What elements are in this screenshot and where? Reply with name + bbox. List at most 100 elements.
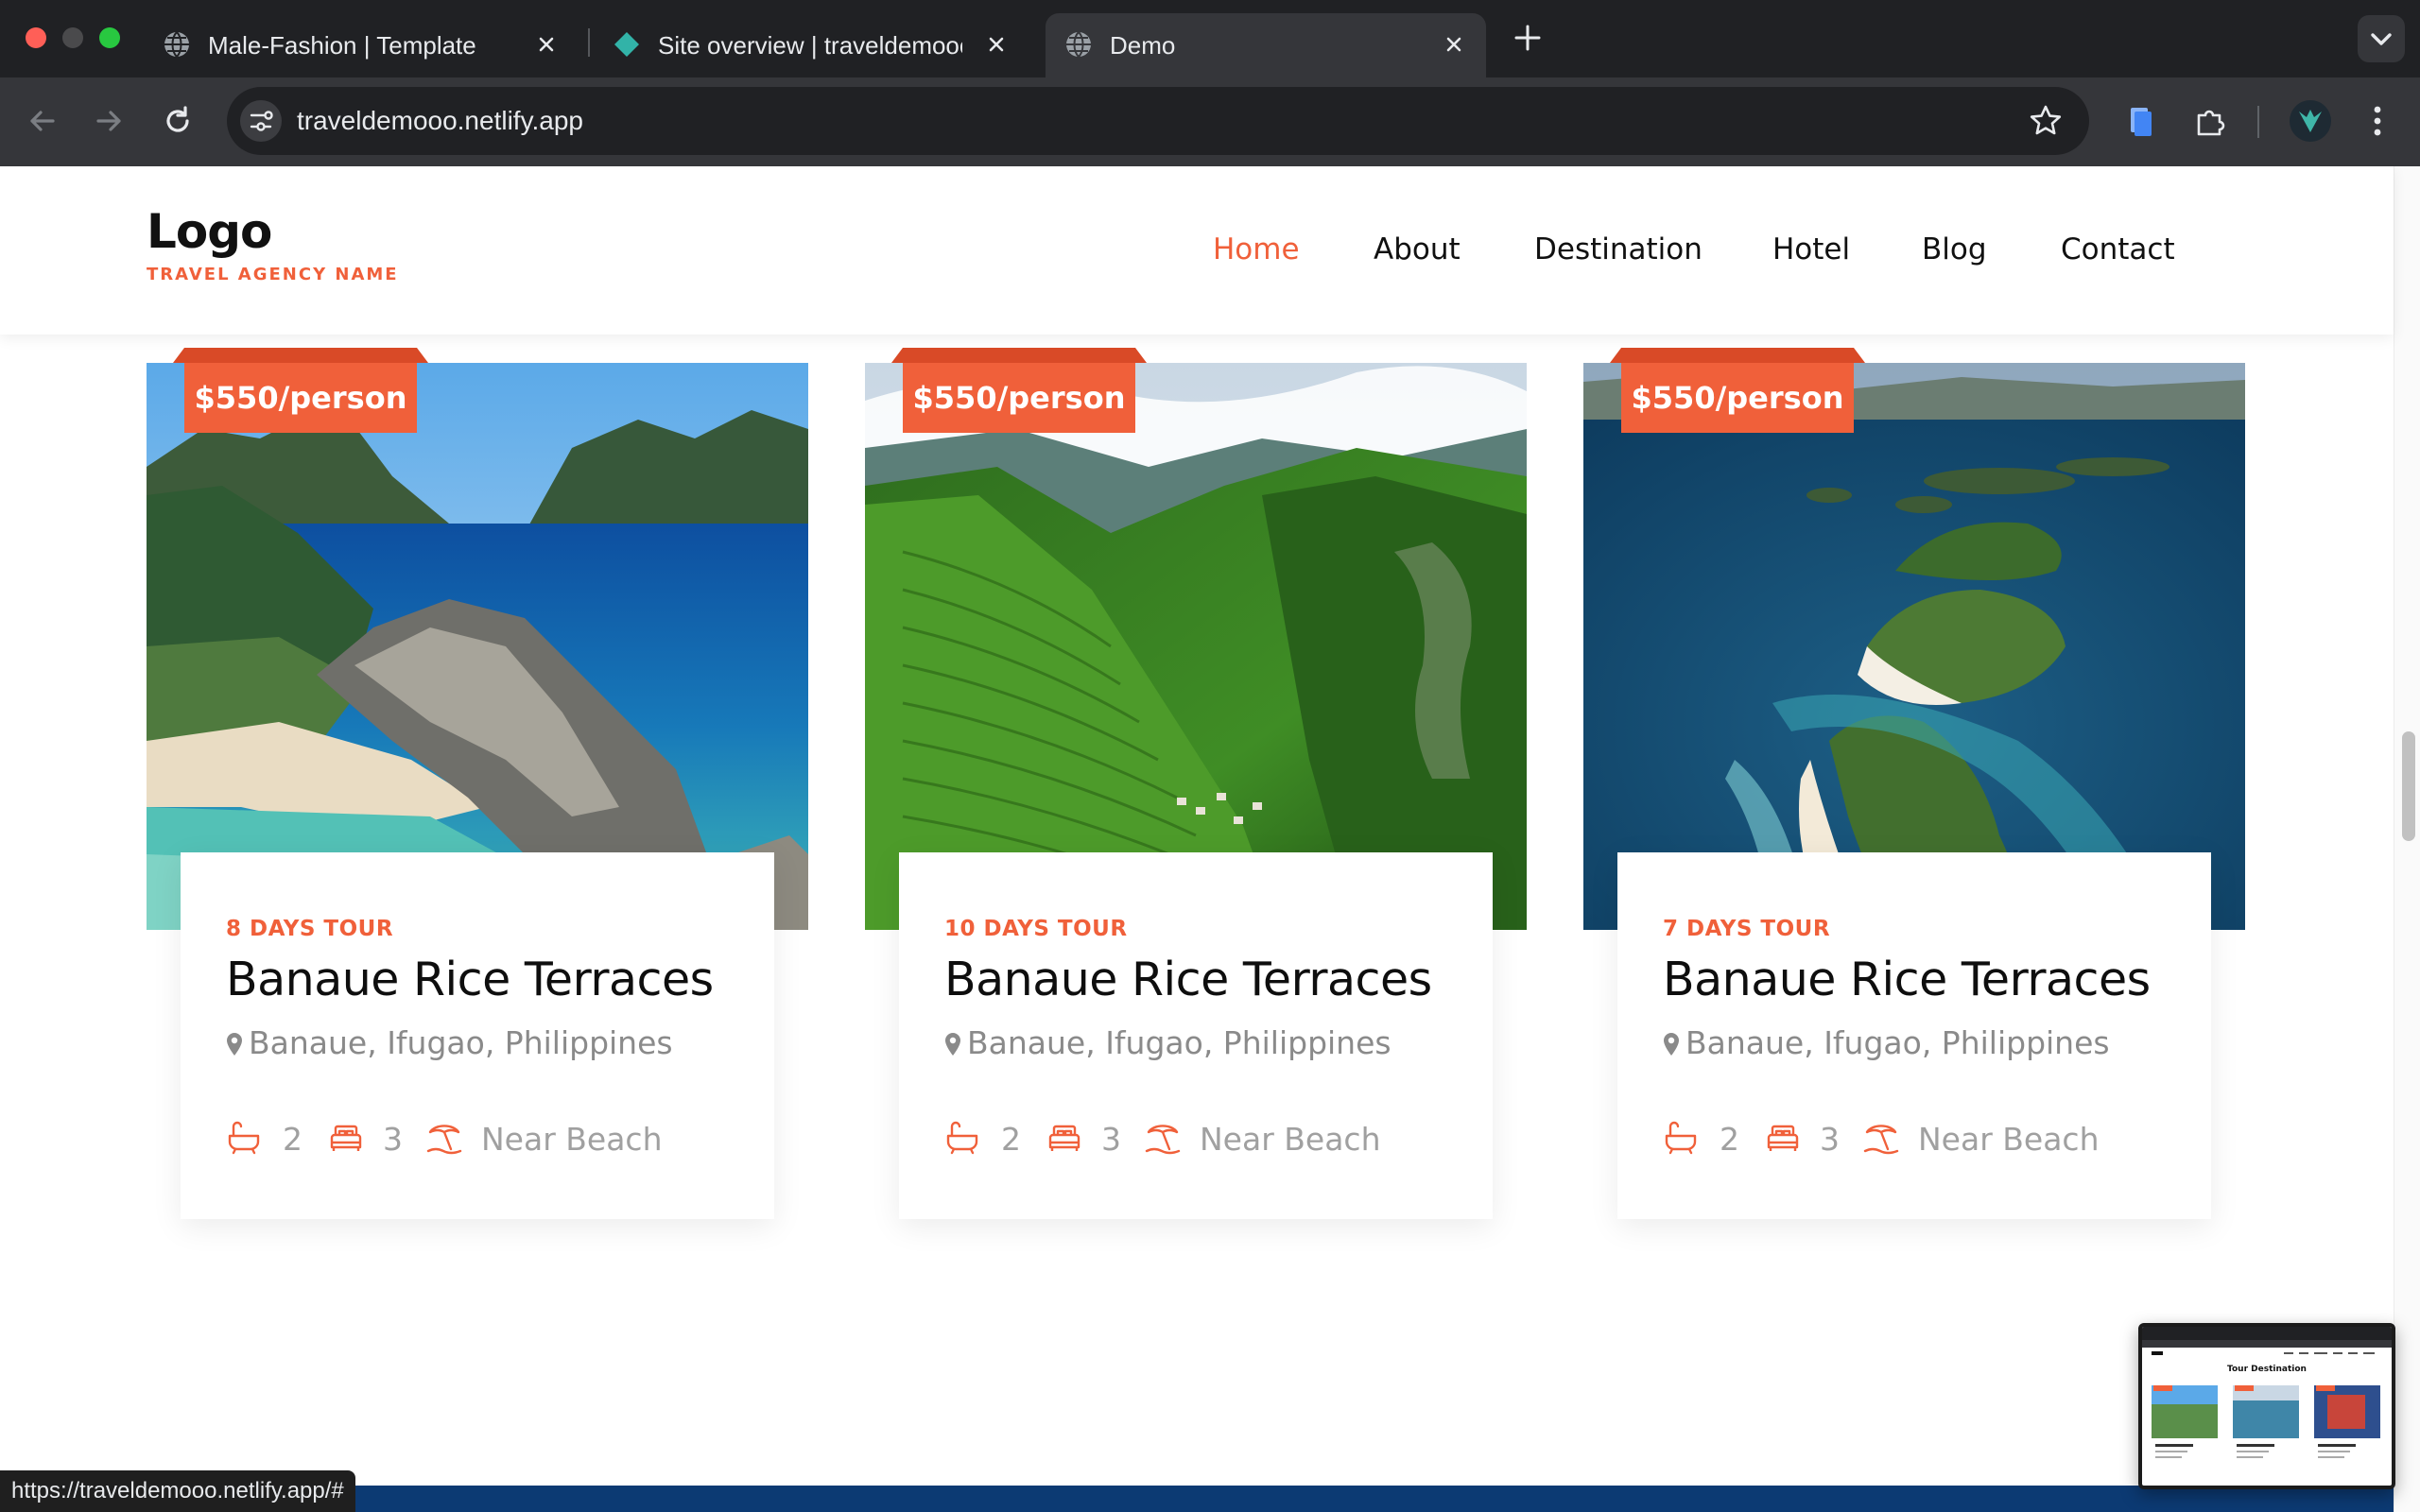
tour-image[interactable]	[1583, 363, 2245, 930]
tab-demo[interactable]: Demo	[1046, 13, 1486, 77]
scrollbar-thumb[interactable]	[2402, 731, 2415, 841]
tour-duration: 10 DAYS TOUR	[944, 917, 1128, 941]
tour-image[interactable]	[147, 363, 808, 930]
tour-feature: Near Beach	[481, 1121, 663, 1158]
next-section-banner	[0, 1486, 2394, 1512]
price-label: $550/person	[1621, 363, 1854, 433]
address-bar[interactable]: traveldemooo.netlify.app	[227, 87, 2089, 155]
close-icon[interactable]	[533, 31, 560, 58]
nav-hotel[interactable]: Hotel	[1772, 231, 1850, 268]
forward-icon[interactable]	[91, 102, 129, 140]
price-ribbon	[891, 348, 1147, 363]
nav-home[interactable]: Home	[1213, 231, 1300, 268]
bath-count: 2	[1001, 1121, 1021, 1158]
tour-card[interactable]: $550/person 8 DAYS TOUR Banaue Rice Terr…	[147, 348, 808, 1261]
address-url: traveldemooo.netlify.app	[297, 106, 583, 135]
beach-umbrella-icon	[1863, 1125, 1899, 1155]
tour-feature: Near Beach	[1200, 1121, 1381, 1158]
tour-photo-islands	[1583, 363, 2245, 930]
tab-search-button[interactable]	[2358, 15, 2405, 62]
tour-amenities: 2 3 Near Beach	[226, 1119, 755, 1160]
tour-card-info: 8 DAYS TOUR Banaue Rice Terraces Banaue,…	[181, 852, 774, 1219]
browser-toolbar: traveldemooo.netlify.app	[0, 77, 2420, 166]
chevron-down-icon	[2371, 33, 2392, 45]
globe-icon	[1066, 31, 1091, 58]
price-label: $550/person	[184, 363, 417, 433]
tour-title[interactable]: Banaue Rice Terraces	[1663, 953, 2151, 1006]
beach-umbrella-icon	[426, 1125, 462, 1155]
tour-feature: Near Beach	[1918, 1121, 2100, 1158]
bathtub-icon	[946, 1121, 978, 1155]
plus-icon[interactable]	[1511, 21, 1545, 55]
main-nav: Home About Destination Hotel Blog Contac…	[0, 231, 2394, 268]
screenshot-thumbnail-preview[interactable]: Tour Destination	[2138, 1323, 2395, 1489]
page-viewport: Logo TRAVEL AGENCY NAME Home About Desti…	[0, 166, 2420, 1512]
tour-location: Banaue, Ifugao, Philippines	[967, 1024, 1392, 1061]
bath-count: 2	[1720, 1121, 1739, 1158]
toolbar-separator	[2257, 106, 2259, 138]
bed-icon	[1767, 1125, 1799, 1151]
bed-count: 3	[383, 1121, 403, 1158]
tour-card-info: 10 DAYS TOUR Banaue Rice Terraces Banaue…	[899, 852, 1493, 1219]
more-icon[interactable]	[2363, 100, 2392, 142]
tour-duration: 8 DAYS TOUR	[226, 917, 394, 941]
tour-location: Banaue, Ifugao, Philippines	[249, 1024, 673, 1061]
tour-title[interactable]: Banaue Rice Terraces	[226, 953, 714, 1006]
bathtub-icon	[228, 1121, 260, 1155]
tab-title: Demo	[1110, 31, 1176, 60]
close-icon[interactable]	[983, 31, 1010, 58]
tour-amenities: 2 3 Near Beach	[1663, 1119, 2192, 1160]
nav-about[interactable]: About	[1374, 231, 1461, 268]
tour-card[interactable]: $550/person 7 DAYS TOUR Banaue Rice Terr…	[1583, 348, 2245, 1261]
link-status-bar: https://traveldemooo.netlify.app/#	[0, 1470, 355, 1512]
thumbnail-image	[2142, 1327, 2392, 1458]
bathtub-icon	[1665, 1121, 1697, 1155]
tab-title: Site overview | traveldemooo	[658, 31, 962, 60]
bed-count: 3	[1101, 1121, 1121, 1158]
window-close-button[interactable]	[26, 27, 46, 48]
star-icon[interactable]	[2027, 102, 2065, 140]
site-tagline: TRAVEL AGENCY NAME	[147, 265, 399, 284]
nav-blog[interactable]: Blog	[1922, 231, 1987, 268]
location-pin-icon	[1664, 1033, 1679, 1056]
browser-tab-bar: Male-Fashion | Template Site overview | …	[0, 0, 2420, 77]
tour-card[interactable]: $550/person 10 DAYS TOUR Banaue Rice Ter…	[865, 348, 1527, 1261]
tour-image[interactable]	[865, 363, 1527, 930]
tour-photo-rice-terraces	[865, 363, 1527, 930]
bed-icon	[330, 1125, 362, 1151]
tour-card-info: 7 DAYS TOUR Banaue Rice Terraces Banaue,…	[1617, 852, 2211, 1219]
page-scrollbar[interactable]	[2394, 166, 2420, 1512]
tour-location: Banaue, Ifugao, Philippines	[1685, 1024, 2110, 1061]
site-header: Logo TRAVEL AGENCY NAME Home About Desti…	[0, 166, 2394, 335]
bed-count: 3	[1820, 1121, 1840, 1158]
tab-male-fashion[interactable]: Male-Fashion | Template	[144, 13, 579, 77]
price-ribbon	[1610, 348, 1865, 363]
netlify-icon	[614, 32, 639, 57]
tour-title[interactable]: Banaue Rice Terraces	[944, 953, 1432, 1006]
tab-site-overview[interactable]: Site overview | traveldemooo	[594, 13, 1028, 77]
window-minimize-button[interactable]	[62, 27, 83, 48]
reload-icon[interactable]	[159, 102, 197, 140]
price-label: $550/person	[903, 363, 1135, 433]
back-icon[interactable]	[23, 102, 60, 140]
tour-duration: 7 DAYS TOUR	[1663, 917, 1831, 941]
nav-destination[interactable]: Destination	[1534, 231, 1703, 268]
tune-icon	[250, 111, 273, 131]
tour-amenities: 2 3 Near Beach	[944, 1119, 1474, 1160]
tour-photo-lagoon	[147, 363, 808, 930]
bath-count: 2	[283, 1121, 302, 1158]
extension-icon[interactable]	[2121, 102, 2159, 140]
location-pin-icon	[227, 1033, 242, 1056]
tab-title: Male-Fashion | Template	[208, 31, 476, 60]
location-pin-icon	[945, 1033, 960, 1056]
site-info-button[interactable]	[240, 100, 282, 142]
bed-icon	[1048, 1125, 1080, 1151]
close-icon[interactable]	[1441, 31, 1467, 58]
window-zoom-button[interactable]	[99, 27, 120, 48]
thumbnail-section-title: Tour Destination	[2227, 1365, 2307, 1374]
puzzle-icon[interactable]	[2191, 102, 2229, 140]
nav-contact[interactable]: Contact	[2061, 231, 2175, 268]
profile-avatar[interactable]	[2290, 100, 2331, 142]
tab-separator	[588, 28, 590, 57]
profile-avatar-image	[2299, 110, 2322, 132]
